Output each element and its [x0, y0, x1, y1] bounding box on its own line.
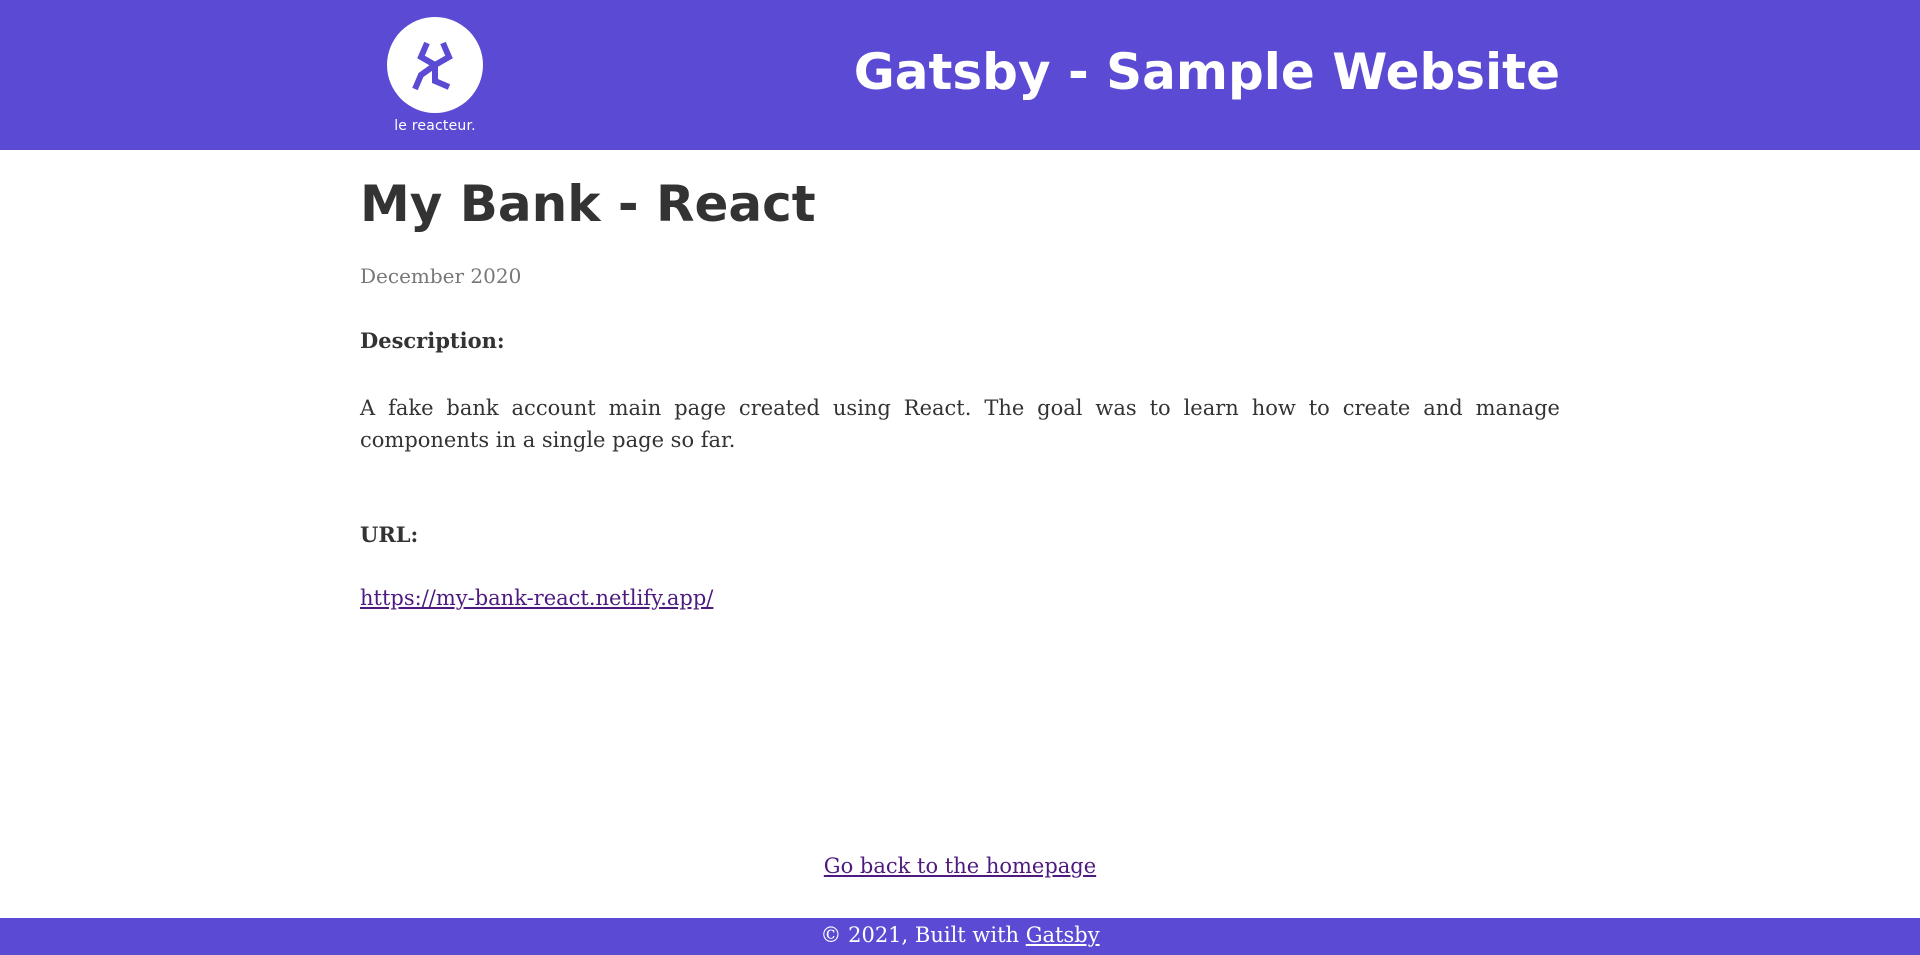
site-title: Gatsby - Sample Website	[853, 43, 1560, 101]
site-logo[interactable]: le reacteur.	[368, 0, 502, 150]
site-header: le reacteur. Gatsby - Sample Website	[0, 0, 1920, 150]
footer-text: © 2021, Built with	[820, 923, 1026, 947]
project-url-link[interactable]: https://my-bank-react.netlify.app/	[360, 586, 713, 610]
back-link-container: Go back to the homepage	[0, 854, 1920, 878]
project-description: A fake bank account main page created us…	[360, 396, 1560, 452]
site-footer: © 2021, Built with Gatsby	[0, 918, 1920, 955]
page-title: My Bank - React	[360, 175, 816, 233]
back-to-homepage-link[interactable]: Go back to the homepage	[824, 854, 1096, 878]
project-date: December 2020	[360, 264, 522, 288]
url-label: URL:	[360, 522, 419, 547]
reacteur-logo-icon	[387, 17, 483, 113]
logo-text: le reacteur.	[394, 118, 476, 134]
gatsby-link[interactable]: Gatsby	[1026, 923, 1100, 947]
description-label: Description:	[360, 328, 505, 353]
